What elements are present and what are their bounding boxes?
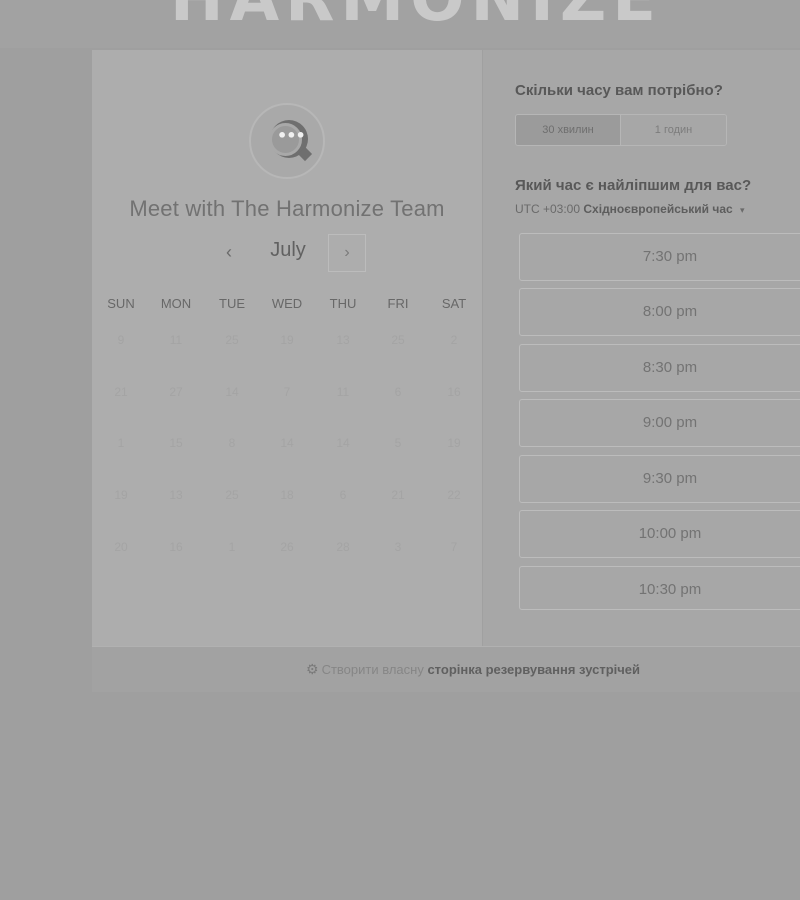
calendar-day: 11 — [169, 333, 183, 347]
time-slot-button[interactable]: 7:30 pm — [519, 233, 800, 281]
time-slot-label: 8:30 pm — [642, 359, 698, 376]
time-question: Який час є найліпшим для вас? — [515, 177, 752, 194]
background-header: HARMONIZE — [0, 0, 800, 48]
calendar-day: 11 — [336, 385, 350, 399]
weekday-header: SUN MON TUE WED THU FRI SAT — [92, 296, 482, 312]
time-selection-panel: Скільки часу вам потрібно? 30 хвилин 1 г… — [482, 50, 800, 646]
duration-option-30min[interactable]: 30 хвилин — [516, 115, 621, 145]
time-slot-label: 10:00 pm — [638, 525, 702, 542]
duration-option-1h[interactable]: 1 годин — [621, 115, 726, 145]
calendar-panel: ••• Meet with The Harmonize Team ‹ July … — [92, 50, 482, 646]
calendar-day: 28 — [336, 540, 350, 554]
calendar-week: 21 27 14 7 11 6 16 — [92, 385, 482, 401]
time-slot-label: 7:30 pm — [642, 248, 698, 265]
calendar-day: 22 — [447, 488, 461, 502]
calendar-day: 21 — [114, 385, 128, 399]
calendar-day: 14 — [280, 436, 294, 450]
calendar-day: 26 — [280, 540, 294, 554]
background-logo: HARMONIZE — [170, 0, 662, 36]
weekday-label: THU — [329, 296, 357, 311]
time-slot-button[interactable]: 9:00 pm — [519, 399, 800, 447]
time-slot-button[interactable]: 10:30 pm — [519, 566, 800, 610]
weekday-label: SUN — [107, 296, 135, 311]
time-slot-label: 10:30 pm — [638, 581, 702, 598]
time-slot-button[interactable]: 8:00 pm — [519, 288, 800, 336]
calendar-day: 25 — [391, 333, 405, 347]
calendar-day: 20 — [114, 540, 128, 554]
duration-question: Скільки часу вам потрібно? — [515, 82, 723, 99]
calendar-day: 14 — [336, 436, 350, 450]
calendar-day: 7 — [283, 385, 291, 399]
calendar-day: 6 — [394, 385, 402, 399]
next-month-button[interactable]: › — [328, 234, 366, 272]
calendar-day: 25 — [225, 488, 239, 502]
calendar-week: 1 15 8 14 14 5 19 — [92, 436, 482, 452]
calendar-day: 16 — [169, 540, 183, 554]
time-slot-button[interactable]: 8:30 pm — [519, 344, 800, 392]
calendar-day: 8 — [228, 436, 236, 450]
calendar-week: 19 13 25 18 6 21 22 — [92, 488, 482, 504]
calendar-day: 18 — [280, 488, 294, 502]
calendar-day: 19 — [447, 436, 461, 450]
calendar-week: 9 11 25 19 13 25 2 — [92, 333, 482, 349]
time-slot-label: 8:00 pm — [642, 303, 698, 320]
calendar-day: 13 — [336, 333, 350, 347]
time-slot-label: 9:00 pm — [642, 414, 698, 431]
duration-selector: 30 хвилин 1 годин — [515, 114, 727, 146]
calendar-day: 6 — [339, 488, 347, 502]
calendar-day: 19 — [280, 333, 294, 347]
calendar-day: 3 — [394, 540, 402, 554]
footer-text: Створити власну — [321, 662, 424, 677]
timezone-offset: UTC +03:00 — [515, 202, 581, 216]
weekday-label: MON — [160, 296, 192, 311]
calendar-week: 20 16 1 26 28 3 7 — [92, 540, 482, 556]
calendar-day: 14 — [225, 385, 239, 399]
time-slot-label: 9:30 pm — [642, 470, 698, 487]
footer-text-bold: сторінка резервування зустрічей — [427, 662, 641, 677]
calendar-day: 9 — [117, 333, 125, 347]
meeting-title: Meet with The Harmonize Team — [129, 196, 445, 221]
calendar-day: 13 — [169, 488, 183, 502]
weekday-label: FRI — [387, 296, 409, 311]
month-navigation: ‹ July › — [92, 234, 482, 272]
month-label: July — [270, 239, 306, 261]
caret-down-icon: ▾ — [740, 205, 745, 215]
calendar-day: 21 — [391, 488, 405, 502]
time-slot-button[interactable]: 10:00 pm — [519, 510, 800, 558]
calendar-day: 16 — [447, 385, 461, 399]
weekday-label: TUE — [219, 296, 245, 311]
calendar-day: 27 — [169, 385, 183, 399]
time-slot-button[interactable]: 9:30 pm — [519, 455, 800, 503]
footer-bar: ⚙ Створити власну сторінка резервування з… — [92, 646, 800, 692]
calendar-day: 15 — [169, 436, 183, 450]
calendar-day: 2 — [450, 333, 458, 347]
calendar-day: 1 — [228, 540, 236, 554]
chat-bubble-avatar-icon: ••• — [249, 103, 325, 179]
booking-card: ••• Meet with The Harmonize Team ‹ July … — [92, 50, 800, 646]
calendar-day: 25 — [225, 333, 239, 347]
weekday-label: WED — [271, 296, 303, 311]
create-booking-page-link[interactable]: ⚙ Створити власну сторінка резервування з… — [306, 661, 640, 678]
calendar-day: 19 — [114, 488, 128, 502]
timezone-name: Східноєвропейський час — [583, 202, 733, 216]
timezone-selector[interactable]: UTC +03:00 Східноєвропейський час ▾ — [515, 202, 745, 216]
calendar-day: 7 — [450, 540, 458, 554]
sprocket-icon: ⚙ — [306, 661, 319, 677]
calendar-day: 5 — [394, 436, 402, 450]
calendar-day: 1 — [117, 436, 125, 450]
prev-month-button[interactable]: ‹ — [218, 240, 240, 264]
weekday-label: SAT — [441, 296, 467, 311]
